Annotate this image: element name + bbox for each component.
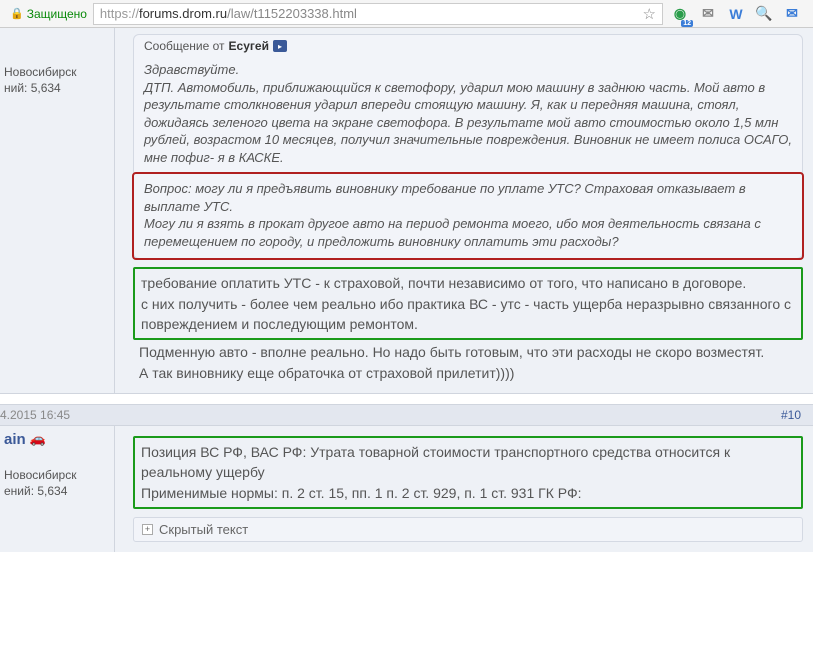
user-location-2: Новосибирск — [0, 467, 114, 483]
lock-icon: 🔒 — [10, 7, 24, 20]
user-post-count-2: ений: 5,634 — [0, 483, 114, 499]
post-2-username[interactable]: ain 🚗 — [0, 430, 114, 449]
quote-box: Сообщение от Есугей ▸ Здравствуйте. ДТП.… — [133, 34, 803, 259]
post-2-header: 4.2015 16:45 #10 — [0, 405, 813, 426]
answer-plain-1: Подменную авто - вполне реально. Но надо… — [133, 342, 803, 383]
post-timestamp: 4.2015 16:45 — [0, 408, 70, 422]
quote-link-icon[interactable]: ▸ — [273, 40, 287, 52]
quote-author: Есугей — [229, 39, 269, 53]
secure-badge: 🔒 Защищено — [4, 7, 93, 21]
extension-badge: 12 — [681, 20, 693, 27]
username-text: ain — [4, 431, 26, 448]
answer-highlighted-1: требование оплатить УТС - к страховой, п… — [133, 267, 803, 340]
url-input[interactable]: https://forums.drom.ru/law/t1152203338.h… — [93, 3, 663, 25]
post-separator — [0, 393, 813, 405]
quote-body-top: Здравствуйте. ДТП. Автомобиль, приближаю… — [134, 57, 802, 174]
quote-header: Сообщение от Есугей ▸ — [134, 35, 802, 57]
mail-icon[interactable]: ✉ — [699, 5, 717, 23]
extension-icons: ◉ 12 ✉ W 🔍 ✉ — [663, 5, 809, 23]
quote-label: Сообщение от — [144, 39, 225, 53]
post-2-sidebar: ain 🚗 Новосибирск ений: 5,634 — [0, 426, 115, 552]
answer-highlighted-2: Позиция ВС РФ, ВАС РФ: Утрата товарной с… — [133, 436, 803, 509]
extension-icon-1[interactable]: ◉ 12 — [671, 5, 689, 23]
spoiler-toggle[interactable]: + Скрытый текст — [133, 517, 803, 542]
user-post-count: ний: 5,634 — [0, 80, 114, 96]
post-number-link[interactable]: #10 — [781, 408, 801, 422]
url-domain: forums.drom.ru — [139, 6, 227, 21]
secure-label: Защищено — [27, 7, 87, 21]
spoiler-label: Скрытый текст — [159, 522, 248, 537]
browser-address-bar: 🔒 Защищено https://forums.drom.ru/law/t1… — [0, 0, 813, 28]
post-2-content: Позиция ВС РФ, ВАС РФ: Утрата товарной с… — [115, 426, 813, 552]
post-2: ain 🚗 Новосибирск ений: 5,634 Позиция ВС… — [0, 426, 813, 552]
quote-highlighted-question: Вопрос: могу ли я предъявить виновнику т… — [132, 172, 804, 260]
bookmark-star-icon[interactable]: ☆ — [643, 5, 656, 23]
w-extension-icon[interactable]: W — [727, 5, 745, 23]
url-protocol: https:// — [100, 6, 139, 21]
user-location: Новосибирск — [0, 64, 114, 80]
post-1: Новосибирск ний: 5,634 Сообщение от Есуг… — [0, 28, 813, 393]
expand-icon: + — [142, 524, 153, 535]
url-path: /law/t1152203338.html — [227, 6, 357, 21]
mail-icon-2[interactable]: ✉ — [783, 5, 801, 23]
post-1-content: Сообщение от Есугей ▸ Здравствуйте. ДТП.… — [115, 28, 813, 393]
post-1-sidebar: Новосибирск ний: 5,634 — [0, 28, 115, 393]
car-icon: 🚗 — [30, 431, 46, 447]
search-extension-icon[interactable]: 🔍 — [755, 5, 773, 23]
